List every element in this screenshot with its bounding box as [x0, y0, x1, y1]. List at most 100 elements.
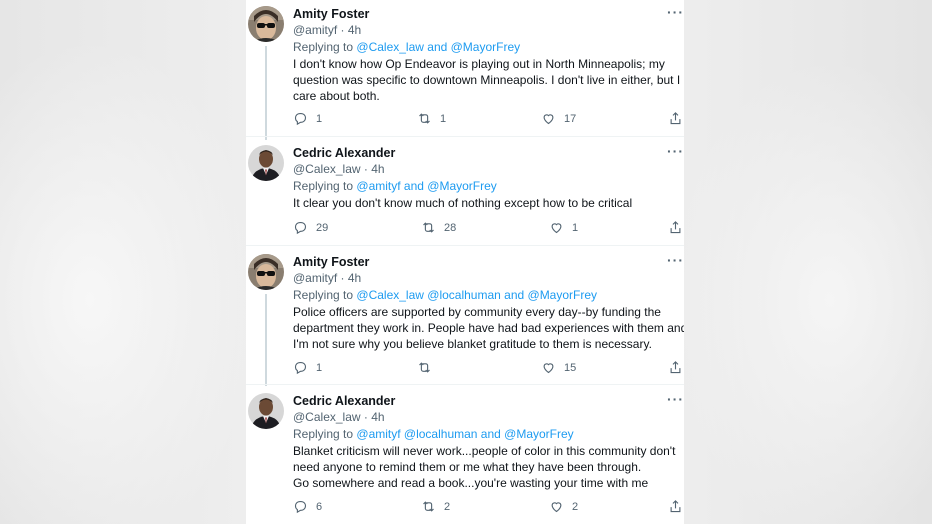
retweet-button[interactable]: 2 [421, 499, 450, 514]
heart-icon [543, 114, 554, 125]
author-name[interactable]: Amity Foster [293, 255, 369, 269]
share-icon [670, 361, 681, 374]
avatar[interactable] [248, 6, 284, 42]
like-button[interactable]: 17 [541, 111, 576, 126]
reply-icon [294, 221, 307, 235]
replying-mentions[interactable]: @Calex_law @localhuman and @MayorFrey [356, 288, 597, 302]
author-name[interactable]: Cedric Alexander [293, 146, 395, 160]
replying-label: Replying to [293, 288, 354, 302]
more-options-button[interactable]: ··· [667, 252, 684, 268]
share-button[interactable] [668, 111, 683, 126]
retweet-icon [419, 362, 430, 373]
author-name[interactable]: Amity Foster [293, 7, 369, 21]
more-options-button[interactable]: ··· [667, 4, 684, 20]
timestamp[interactable]: 4h [348, 271, 361, 285]
retweet-count: 28 [444, 221, 457, 234]
handle-text[interactable]: @amityf [293, 23, 337, 37]
heart-icon [543, 363, 554, 374]
like-count: 17 [564, 112, 577, 125]
author-name[interactable]: Cedric Alexander [293, 394, 395, 408]
retweet-icon [419, 113, 430, 124]
tweet-text: Police officers are supported by communi… [293, 305, 684, 351]
retweet-button[interactable]: 28 [421, 220, 456, 235]
tweet-actions: 29 28 1 [293, 220, 684, 236]
tweet[interactable]: Amity Foster @amityf · 4h ··· Replying t… [246, 246, 684, 386]
reply-button[interactable]: 6 [293, 499, 322, 514]
retweet-button[interactable] [417, 360, 440, 375]
avatar[interactable] [248, 145, 284, 181]
retweet-button[interactable]: 1 [417, 111, 446, 126]
separator: · [340, 23, 345, 37]
retweet-icon [423, 222, 434, 233]
replying-to: Replying to @amityf and @MayorFrey [293, 179, 497, 193]
reply-button[interactable]: 1 [293, 360, 322, 375]
avatar[interactable] [248, 254, 284, 290]
like-count: 1 [572, 221, 579, 234]
handle-text[interactable]: @Calex_law [293, 162, 361, 176]
heart-icon [551, 223, 562, 234]
separator: · [363, 162, 368, 176]
handle-text[interactable]: @amityf [293, 271, 337, 285]
reply-count: 1 [316, 361, 323, 374]
reply-icon [294, 112, 307, 126]
author-handle: @amityf · 4h [293, 23, 361, 37]
retweet-icon [423, 501, 434, 512]
tweet[interactable]: Amity Foster @amityf · 4h ··· Replying t… [246, 0, 684, 140]
thread-connector-line [265, 46, 267, 140]
reply-button[interactable]: 29 [293, 220, 328, 235]
share-icon [670, 112, 681, 125]
tweet-text: Blanket criticism will never work...peop… [293, 443, 684, 491]
reply-count: 6 [316, 500, 323, 513]
more-options-button[interactable]: ··· [667, 391, 684, 407]
like-count: 2 [572, 500, 579, 513]
tweet-actions: 6 2 2 [293, 499, 684, 515]
like-button[interactable]: 15 [541, 360, 576, 375]
timestamp[interactable]: 4h [371, 410, 384, 424]
retweet-count: 1 [440, 112, 447, 125]
replying-mentions[interactable]: @amityf and @MayorFrey [356, 179, 496, 193]
separator: · [363, 410, 368, 424]
heart-icon [551, 502, 562, 513]
tweet-thread: Amity Foster @amityf · 4h ··· Replying t… [246, 0, 684, 524]
reply-icon [294, 500, 307, 514]
tweet-text: It clear you don't know much of nothing … [293, 196, 633, 210]
tweet-text: I don't know how Op Endeavor is playing … [293, 57, 681, 103]
retweet-count: 2 [444, 500, 451, 513]
tweet-text-paragraph: Blanket criticism will never work...peop… [293, 444, 676, 474]
tweet-text-paragraph: Go somewhere and read a book...you're wa… [293, 476, 649, 490]
replying-to: Replying to @Calex_law @localhuman and @… [293, 288, 597, 302]
author-handle: @Calex_law · 4h [293, 162, 385, 176]
timestamp[interactable]: 4h [348, 23, 361, 37]
replying-mentions[interactable]: @Calex_law and @MayorFrey [356, 40, 520, 54]
handle-text[interactable]: @Calex_law [293, 410, 361, 424]
like-count: 15 [564, 361, 577, 374]
replying-label: Replying to [293, 427, 354, 441]
replying-mentions[interactable]: @amityf @localhuman and @MayorFrey [356, 427, 573, 441]
author-handle: @Calex_law · 4h [293, 410, 385, 424]
tweet[interactable]: Cedric Alexander @Calex_law · 4h ··· Rep… [246, 385, 684, 524]
tweet-actions: 1 15 [293, 360, 684, 376]
share-icon [670, 500, 681, 513]
replying-to: Replying to @Calex_law and @MayorFrey [293, 40, 520, 54]
replying-label: Replying to [293, 40, 354, 54]
tweet[interactable]: Cedric Alexander @Calex_law · 4h ··· Rep… [246, 137, 684, 245]
avatar[interactable] [248, 393, 284, 429]
like-button[interactable]: 1 [549, 220, 578, 235]
share-button[interactable] [668, 499, 683, 514]
tweet-actions: 1 1 17 [293, 111, 684, 127]
replying-to: Replying to @amityf @localhuman and @May… [293, 427, 574, 441]
share-button[interactable] [668, 360, 683, 375]
reply-button[interactable]: 1 [293, 111, 322, 126]
separator: · [340, 271, 345, 285]
timestamp[interactable]: 4h [371, 162, 384, 176]
share-icon [670, 221, 681, 234]
replying-label: Replying to [293, 179, 354, 193]
thread-connector-line [265, 294, 267, 386]
share-button[interactable] [668, 220, 683, 235]
reply-icon [294, 361, 307, 375]
more-options-button[interactable]: ··· [667, 143, 684, 159]
reply-count: 29 [316, 221, 329, 234]
author-handle: @amityf · 4h [293, 271, 361, 285]
reply-count: 1 [316, 112, 323, 125]
like-button[interactable]: 2 [549, 499, 578, 514]
